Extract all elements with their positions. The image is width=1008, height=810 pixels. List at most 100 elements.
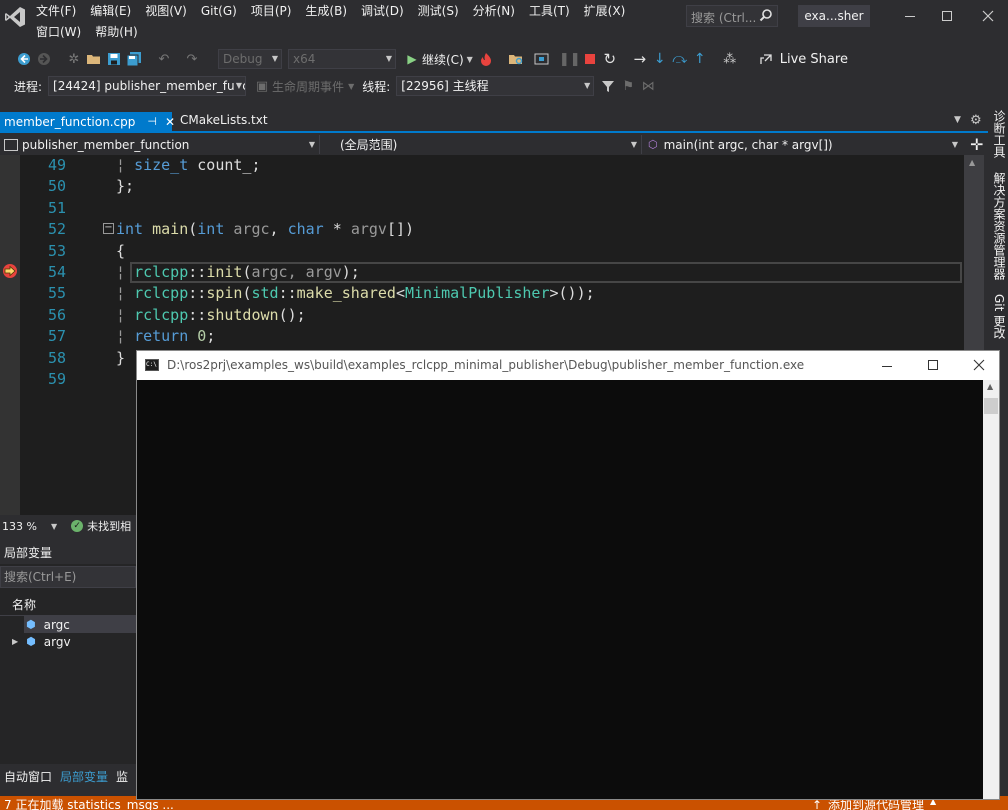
tab-list-dropdown-icon[interactable]: ▼ <box>954 115 961 125</box>
solution-name-badge: exa...sher <box>798 5 870 27</box>
share-icon[interactable] <box>756 49 776 69</box>
process-combo[interactable]: [24424] publisher_member_func ▼ <box>48 76 247 96</box>
pause-icon[interactable]: ❚❚ <box>559 49 581 69</box>
menu-window[interactable]: 窗口(W) <box>29 22 88 42</box>
zoom-level[interactable]: 133 % <box>2 520 37 533</box>
show-next-statement-icon[interactable]: → <box>630 49 650 69</box>
live-share-button[interactable]: Live Share <box>780 52 848 67</box>
play-icon[interactable]: ▶ <box>402 49 422 69</box>
standard-toolbar: ✲ ↶ ↷ Debug ▼ x64 ▼ ▶ 继续(C) ▼ ❚❚ ↻ → ↓ ⤼ ↑… <box>0 47 1008 71</box>
collapse-main-icon[interactable]: − <box>103 223 114 234</box>
lifecycle-button[interactable]: 生命周期事件 <box>272 78 344 95</box>
menu-project[interactable]: 项目(P) <box>244 1 299 21</box>
line-number: 55 <box>47 284 66 303</box>
flag-thread-icon[interactable]: ⚑ <box>618 76 638 96</box>
back-icon[interactable] <box>14 49 34 69</box>
locals-search-placeholder: 搜索(Ctrl+E) <box>4 570 77 584</box>
menu-view[interactable]: 视图(V) <box>138 1 194 21</box>
console-title-bar[interactable]: C:\ D:\ros2prj\examples_ws\build\example… <box>137 351 999 380</box>
locals-search[interactable]: 搜索(Ctrl+E) <box>0 566 136 588</box>
lifecycle-icon[interactable]: ▣ <box>252 76 272 96</box>
tab-locals[interactable]: 局部变量 <box>56 768 112 785</box>
code-line: }; <box>116 177 135 196</box>
chevron-down-icon: ▼ <box>951 140 958 149</box>
vs-logo-icon <box>4 6 26 28</box>
screenshot-icon[interactable] <box>532 49 552 69</box>
scope-combo[interactable]: (全局范围) ▼ <box>320 135 642 154</box>
tab-watch[interactable]: 监 <box>112 768 132 785</box>
continue-button[interactable]: 继续(C) <box>422 51 464 68</box>
tab-solution-explorer[interactable]: 解决方案资源管理器 <box>991 172 1008 280</box>
scroll-thumb[interactable] <box>984 398 998 414</box>
stop-icon[interactable] <box>580 49 600 69</box>
menu-debug[interactable]: 调试(D) <box>354 1 411 21</box>
close-icon[interactable]: ✕ <box>165 115 175 129</box>
locals-row[interactable]: ▶ ⬢ argv <box>0 633 136 650</box>
menu-extensions[interactable]: 扩展(X) <box>577 1 633 21</box>
scroll-up-icon[interactable]: ▲ <box>969 158 975 167</box>
line-number: 49 <box>47 156 66 174</box>
hot-reload-icon[interactable] <box>476 49 496 69</box>
menu-tools[interactable]: 工具(T) <box>522 1 577 21</box>
redo-icon[interactable]: ↷ <box>182 49 202 69</box>
menu-test[interactable]: 测试(S) <box>411 1 466 21</box>
member-combo[interactable]: ⬡ main(int argc, char * argv[]) ▼ <box>642 135 962 154</box>
new-item-icon[interactable]: ✲ <box>64 49 84 69</box>
undo-icon[interactable]: ↶ <box>154 49 174 69</box>
console-maximize-button[interactable] <box>921 358 945 374</box>
locals-header-name[interactable]: 名称 <box>0 594 136 616</box>
breakpoint-margin[interactable] <box>0 155 20 515</box>
expand-icon[interactable]: ▶ <box>12 637 18 646</box>
menu-help[interactable]: 帮助(H) <box>88 22 144 42</box>
step-out-icon[interactable]: ↑ <box>690 49 710 69</box>
console-close-button[interactable] <box>967 356 991 376</box>
thread-value: [22956] 主线程 <box>401 79 489 93</box>
console-minimize-button[interactable] <box>875 359 899 373</box>
minimize-button[interactable] <box>900 8 920 24</box>
menu-file[interactable]: 文件(F) <box>29 1 83 21</box>
tab-git-changes[interactable]: Git 更改 <box>991 294 1008 339</box>
menu-edit[interactable]: 编辑(E) <box>83 1 138 21</box>
folder-find-icon[interactable] <box>506 49 526 69</box>
open-folder-icon[interactable] <box>84 49 104 69</box>
tab-autos[interactable]: 自动窗口 <box>0 768 56 785</box>
chevron-down-icon[interactable]: ▼ <box>51 522 57 531</box>
forward-icon[interactable] <box>34 49 54 69</box>
merge-threads-icon[interactable]: ⋈ <box>638 76 658 96</box>
pin-icon[interactable]: ⊣ <box>147 115 157 128</box>
step-into-icon[interactable]: ↓ <box>650 49 670 69</box>
chevron-down-icon[interactable]: ▼ <box>464 49 476 69</box>
locals-row[interactable]: ⬢ argc <box>24 616 136 633</box>
maximize-button[interactable] <box>938 8 956 24</box>
breakpoint-current-icon[interactable] <box>2 263 18 279</box>
tab-label: member_function.cpp <box>4 114 136 129</box>
save-icon[interactable] <box>104 49 124 69</box>
tab-cmakelists[interactable]: CMakeLists.txt <box>180 113 268 127</box>
cube-icon: ⬢ <box>26 635 36 648</box>
thread-combo[interactable]: [22956] 主线程 ▼ <box>396 76 595 96</box>
config-combo[interactable]: Debug ▼ <box>218 49 282 69</box>
split-editor-icon[interactable]: ✛ <box>970 135 983 154</box>
menu-build[interactable]: 生成(B) <box>298 1 354 21</box>
menu-analyze[interactable]: 分析(N) <box>466 1 522 21</box>
platform-combo[interactable]: x64 ▼ <box>288 49 396 69</box>
gear-icon[interactable]: ⚙ <box>970 113 982 128</box>
step-over-icon[interactable]: ⤼ <box>670 49 690 69</box>
project-combo[interactable]: publisher_member_function ▼ <box>0 135 320 154</box>
save-all-icon[interactable] <box>124 49 144 69</box>
hex-display-icon[interactable]: ⁂ <box>720 49 740 69</box>
line-number: 50 <box>47 177 66 196</box>
tab-diagnostic-tools[interactable]: 诊断工具 <box>991 110 1008 158</box>
chevron-down-icon: ▼ <box>584 81 591 90</box>
restart-icon[interactable]: ↻ <box>600 49 620 69</box>
filter-icon[interactable] <box>598 76 618 96</box>
scroll-up-icon[interactable]: ▲ <box>987 382 993 391</box>
tab-member-function[interactable]: member_function.cpp ⊣ ✕ <box>0 112 175 131</box>
console-scrollbar[interactable]: ▲ <box>983 380 999 799</box>
close-button[interactable] <box>978 6 998 26</box>
menu-git[interactable]: Git(G) <box>194 1 244 21</box>
locals-window: 局部变量 搜索(Ctrl+E) 名称 ⬢ argc ▶ ⬢ argv <box>0 542 136 764</box>
console-window[interactable]: C:\ D:\ros2prj\examples_ws\build\example… <box>136 350 1000 800</box>
console-output[interactable] <box>137 380 983 799</box>
search-box[interactable]: 搜索 (Ctrl... <box>686 5 778 27</box>
